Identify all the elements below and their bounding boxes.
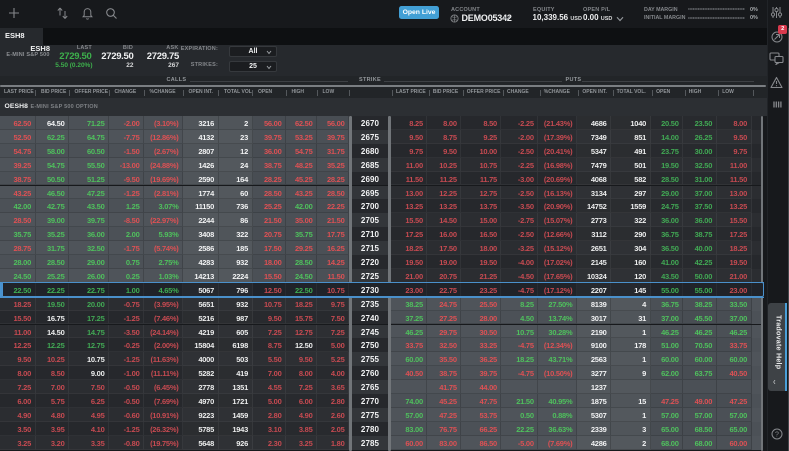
svg-text:?: ?	[775, 432, 779, 439]
